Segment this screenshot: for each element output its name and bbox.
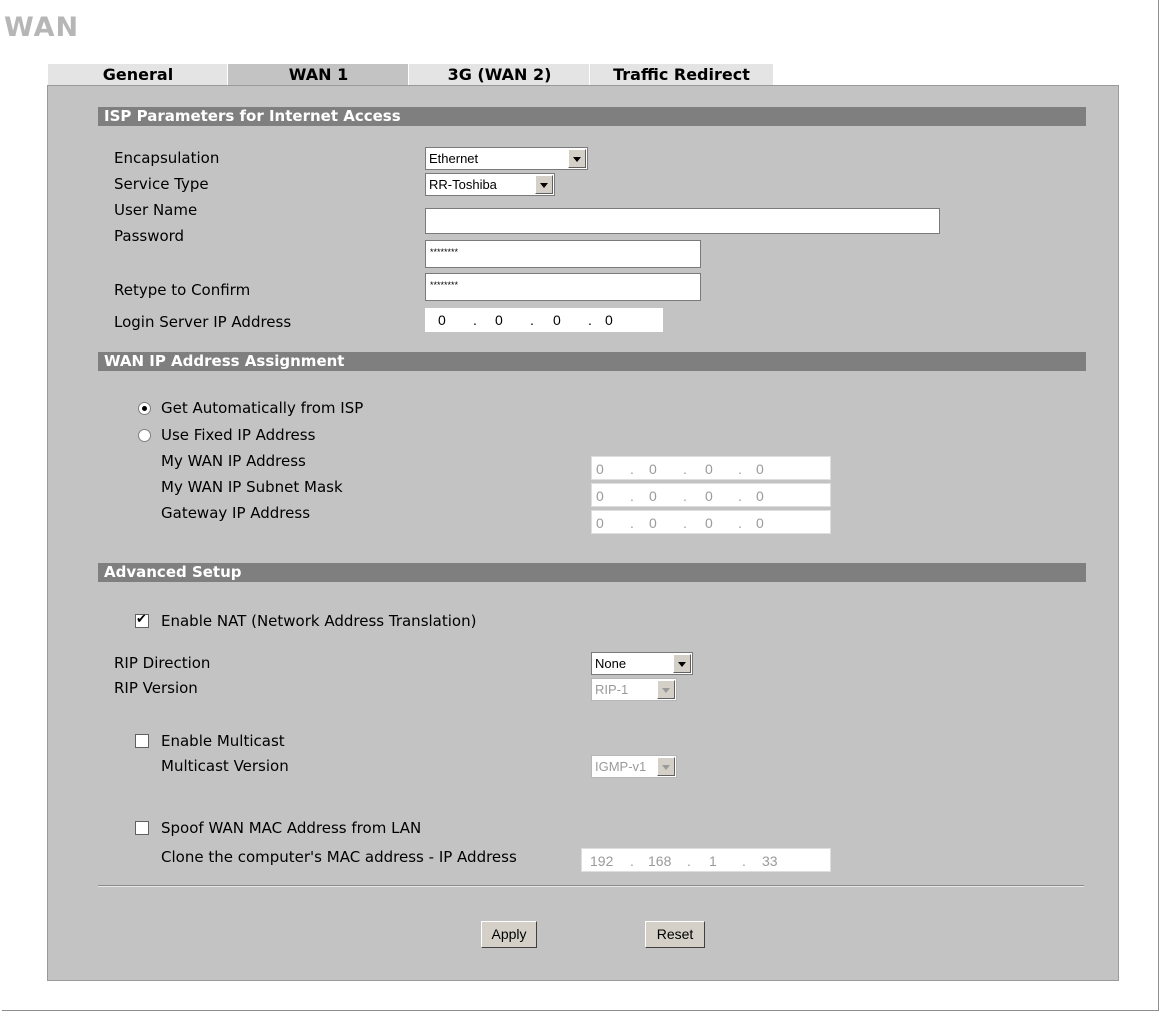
password-label: Password <box>114 227 185 245</box>
tab-traffic-redirect[interactable]: Traffic Redirect <box>589 63 773 86</box>
my-wan-ip-label: My WAN IP Address <box>161 452 306 470</box>
ip-octet[interactable]: 0 <box>649 484 657 508</box>
ip-octet[interactable]: 0 <box>596 484 604 508</box>
login-server-ip-field[interactable]: 0 . 0 . 0 . 0 <box>425 308 663 332</box>
tab-general[interactable]: General <box>47 63 228 86</box>
encapsulation-select[interactable]: Ethernet <box>425 147 588 170</box>
rip-direction-label: RIP Direction <box>114 654 211 672</box>
subnet-mask-field[interactable]: 0 . 0 . 0 . 0 <box>591 483 831 507</box>
ip-octet[interactable]: 1 <box>709 849 717 873</box>
multicast-label: Enable Multicast <box>161 732 285 750</box>
rip-direction-select[interactable]: None <box>591 652 693 675</box>
user-name-label: User Name <box>114 201 198 219</box>
ip-octet[interactable]: 0 <box>756 484 764 508</box>
tab-wan1[interactable]: WAN 1 <box>227 63 409 87</box>
ip-octet[interactable]: 0 <box>649 457 657 481</box>
chevron-down-icon <box>657 757 675 776</box>
wan1-panel: ISP Parameters for Internet Access Encap… <box>47 85 1119 981</box>
rip-direction-value: None <box>595 656 627 671</box>
auto-ip-radio[interactable] <box>138 402 151 415</box>
login-server-label: Login Server IP Address <box>114 313 292 331</box>
ip-octet[interactable]: 0 <box>596 457 604 481</box>
my-wan-ip-field[interactable]: 0 . 0 . 0 . 0 <box>591 456 831 480</box>
service-type-label: Service Type <box>114 175 209 193</box>
fixed-ip-label: Use Fixed IP Address <box>161 426 316 444</box>
ip-octet[interactable]: 0 <box>705 484 713 508</box>
gateway-label: Gateway IP Address <box>161 504 311 522</box>
rip-version-label: RIP Version <box>114 679 198 697</box>
chevron-down-icon <box>673 654 691 673</box>
encapsulation-value: Ethernet <box>429 151 479 166</box>
advanced-section-header: Advanced Setup <box>98 563 1086 582</box>
service-type-select[interactable]: RR-Toshiba <box>425 173 555 196</box>
ip-octet[interactable]: 0 <box>438 308 446 332</box>
gateway-ip-field[interactable]: 0 . 0 . 0 . 0 <box>591 510 831 534</box>
user-name-field[interactable] <box>425 208 940 234</box>
multicast-version-label: Multicast Version <box>161 757 289 775</box>
tab-3g-wan2[interactable]: 3G (WAN 2) <box>408 63 590 86</box>
isp-section-header: ISP Parameters for Internet Access <box>98 107 1086 126</box>
service-type-value: RR-Toshiba <box>429 177 497 192</box>
reset-button[interactable]: Reset <box>645 921 705 948</box>
ip-octet[interactable]: 0 <box>596 511 604 535</box>
multicast-checkbox[interactable] <box>135 734 149 748</box>
multicast-version-select[interactable]: IGMP-v1 <box>591 755 677 778</box>
ip-octet[interactable]: 0 <box>553 308 561 332</box>
spoof-mac-label: Spoof WAN MAC Address from LAN <box>161 819 422 837</box>
nat-label: Enable NAT (Network Address Translation) <box>161 612 477 630</box>
wan-ip-section-header: WAN IP Address Assignment <box>98 352 1086 371</box>
retype-password-field[interactable]: ******** <box>425 273 701 301</box>
chevron-down-icon <box>535 175 553 194</box>
ip-octet[interactable]: 0 <box>705 457 713 481</box>
ip-octet[interactable]: 0 <box>495 308 503 332</box>
ip-octet[interactable]: 0 <box>605 308 613 332</box>
ip-octet[interactable]: 0 <box>756 457 764 481</box>
clone-ip-field[interactable]: 192 . 168 . 1 . 33 <box>581 848 831 872</box>
ip-octet[interactable]: 33 <box>762 849 778 873</box>
ip-octet[interactable]: 0 <box>649 511 657 535</box>
clone-mac-label: Clone the computer's MAC address - IP Ad… <box>161 848 517 866</box>
multicast-version-value: IGMP-v1 <box>595 759 647 774</box>
page-title: WAN <box>4 12 80 43</box>
rip-version-select[interactable]: RIP-1 <box>591 678 677 701</box>
ip-octet[interactable]: 168 <box>648 849 671 873</box>
ip-octet[interactable]: 0 <box>705 511 713 535</box>
rip-version-value: RIP-1 <box>595 682 629 697</box>
spoof-mac-checkbox[interactable] <box>135 821 149 835</box>
ip-octet[interactable]: 192 <box>590 849 613 873</box>
nat-checkbox[interactable] <box>135 612 149 628</box>
encapsulation-label: Encapsulation <box>114 149 220 167</box>
ip-octet[interactable]: 0 <box>756 511 764 535</box>
chevron-down-icon <box>657 680 675 699</box>
fixed-ip-radio[interactable] <box>138 429 151 442</box>
retype-label: Retype to Confirm <box>114 281 251 299</box>
subnet-label: My WAN IP Subnet Mask <box>161 478 343 496</box>
divider <box>98 885 1084 887</box>
auto-ip-label: Get Automatically from ISP <box>161 399 364 417</box>
apply-button[interactable]: Apply <box>481 921 537 948</box>
chevron-down-icon <box>568 149 586 168</box>
password-field[interactable]: ******** <box>425 240 701 268</box>
